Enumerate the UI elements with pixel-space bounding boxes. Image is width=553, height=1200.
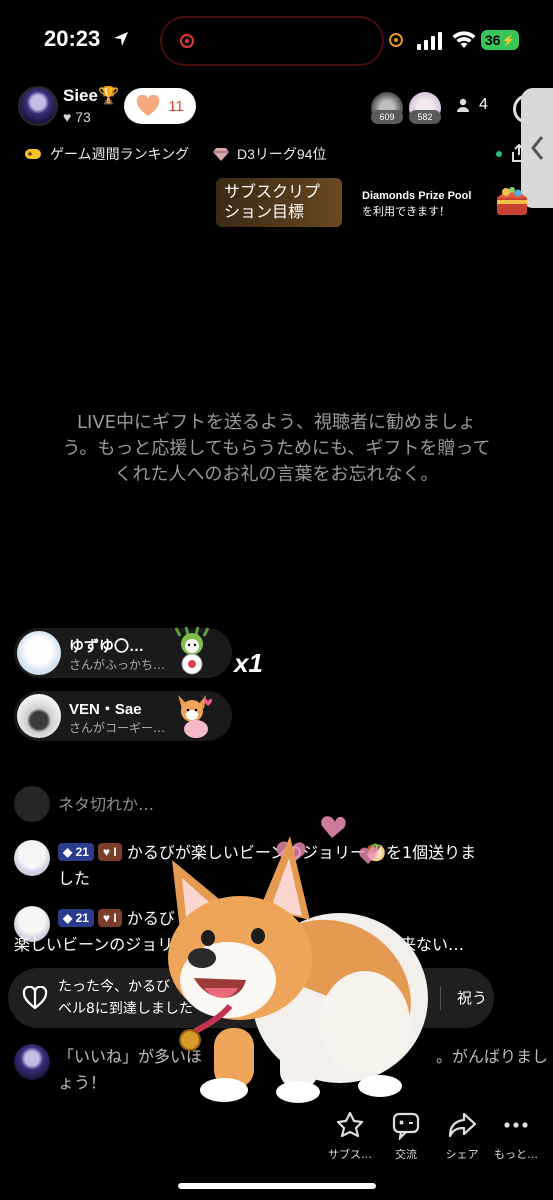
interact-button[interactable]: 交流: [378, 1110, 434, 1162]
subscription-label-line1: サブスクリプ: [224, 182, 321, 201]
signal-icon: [417, 32, 442, 50]
host-avatar[interactable]: [18, 86, 58, 126]
gift-notice-2[interactable]: VEN・Sae さんがコーギー…: [14, 691, 232, 741]
subscription-goal-card[interactable]: サブスクリプ ション目標: [216, 178, 342, 227]
fan-badge: ♥ I: [97, 909, 122, 927]
subscription-icon: [336, 1111, 364, 1138]
share-screen-icon[interactable]: [512, 144, 526, 162]
chat-avatar[interactable]: [14, 786, 50, 822]
more-button[interactable]: もっと…: [488, 1110, 544, 1162]
gamepad-icon: [25, 149, 41, 159]
fan-value: I: [113, 845, 117, 859]
chat-avatar[interactable]: [14, 840, 50, 876]
gift-sender-name: VEN・Sae: [69, 701, 142, 718]
mascot-gift-icon: [174, 626, 210, 675]
wifi-icon: [452, 31, 476, 48]
level-value: 21: [75, 845, 89, 859]
gift-sender-avatar[interactable]: [17, 631, 61, 675]
weekly-ranking-label: ゲーム週間ランキング: [50, 146, 190, 162]
host-tip-message: LIVE中にギフトを送るよう、視聴者に勧めましょ う。もっと応援してもらうために…: [20, 410, 533, 488]
viewer-badge-1: 609: [371, 110, 403, 124]
viewer-count-value: 4: [479, 96, 488, 113]
subscription-label-line2: ション目標: [224, 202, 305, 221]
fan-badge: ♥ I: [97, 843, 122, 861]
status-bar: 20:23 36 ⚡: [0, 0, 553, 80]
gift-sender-avatar[interactable]: [17, 694, 61, 738]
chat-avatar[interactable]: [14, 1044, 50, 1080]
home-indicator[interactable]: [178, 1183, 376, 1189]
subscription-button[interactable]: サブス…: [322, 1110, 378, 1162]
league-label: D3リーグ94位: [237, 146, 327, 162]
interact-icon: [392, 1112, 420, 1142]
league-link[interactable]: D3リーグ94位: [213, 143, 326, 165]
host-msg-line-1-tail: 。がんばりまし: [436, 1047, 549, 1066]
gift-notice-1[interactable]: ゆずゆ〇… さんがふっかち…: [14, 626, 232, 678]
prize-pool-subtitle: を利用できます！: [362, 206, 450, 218]
like-count: 11: [168, 97, 184, 115]
divider: [440, 986, 441, 1010]
person-icon: [457, 98, 469, 112]
heart-outline-icon: ♥: [63, 109, 72, 125]
microphone-indicator-icon: [389, 33, 403, 47]
chat-text: ネタ切れか…: [58, 795, 155, 814]
share-label: シェア: [445, 1148, 479, 1161]
subscription-label: サブス…: [328, 1148, 372, 1161]
status-time: 20:23: [44, 26, 101, 51]
prize-pool-banner[interactable]: Diamonds Prize Pool を利用できます！: [362, 188, 471, 220]
tip-line-1: LIVE中にギフトを送るよう、視聴者に勧めましょ: [76, 412, 477, 433]
level-badge: ◆ 21: [58, 909, 94, 927]
battery-indicator: 36 ⚡: [481, 30, 519, 50]
viewer-count[interactable]: 4: [457, 96, 488, 114]
corgi-gift-icon: [178, 695, 213, 738]
celebrate-button[interactable]: 祝う: [457, 987, 487, 1008]
host-likes: ♥ 73: [63, 109, 91, 125]
dynamic-island: [160, 16, 384, 66]
heart-outline-icon: [22, 986, 48, 1010]
treasure-chest-icon[interactable]: [494, 184, 530, 218]
interact-label: 交流: [395, 1148, 417, 1161]
level-badge: ◆ 21: [58, 843, 94, 861]
gift-sender-name: ゆずゆ〇…: [69, 638, 145, 655]
charging-bolt-icon: ⚡: [501, 34, 516, 47]
share-icon: [448, 1112, 477, 1138]
tip-line-3: くれた人へのお礼の言葉をお忘れなく。: [114, 464, 439, 485]
prize-pool-title: Diamonds Prize Pool: [362, 190, 472, 202]
corgi-gift-animation: [168, 816, 428, 1103]
share-button[interactable]: シェア: [434, 1110, 490, 1162]
level-value: 21: [75, 911, 89, 925]
host-likes-count: 73: [75, 109, 91, 125]
location-arrow-icon: [114, 32, 128, 46]
chevron-left-icon: [531, 136, 544, 160]
more-icon: [504, 1122, 528, 1128]
battery-level: 36: [484, 32, 501, 48]
diamond-icon: [213, 148, 229, 161]
heart-icon: [137, 95, 160, 116]
online-dot: [496, 151, 502, 157]
host-name: Siee🏆: [63, 86, 120, 105]
weekly-ranking-link[interactable]: ゲーム週間ランキング: [24, 143, 189, 165]
gift-combo-count: x1: [234, 648, 263, 678]
like-button[interactable]: 11: [124, 88, 196, 124]
recording-indicator-icon: [180, 34, 194, 48]
gift-description: さんがふっかち…: [69, 658, 166, 672]
fan-value: I: [113, 911, 117, 925]
viewer-badge-2: 582: [409, 110, 441, 124]
tip-line-2: う。もっと応援してもらうためにも、ギフトを贈って: [62, 438, 491, 459]
bottom-action-bar: サブス… 交流 シェア もっと…: [322, 1110, 553, 1162]
more-label: もっと…: [494, 1148, 538, 1161]
gift-description: さんがコーギー…: [69, 721, 166, 735]
